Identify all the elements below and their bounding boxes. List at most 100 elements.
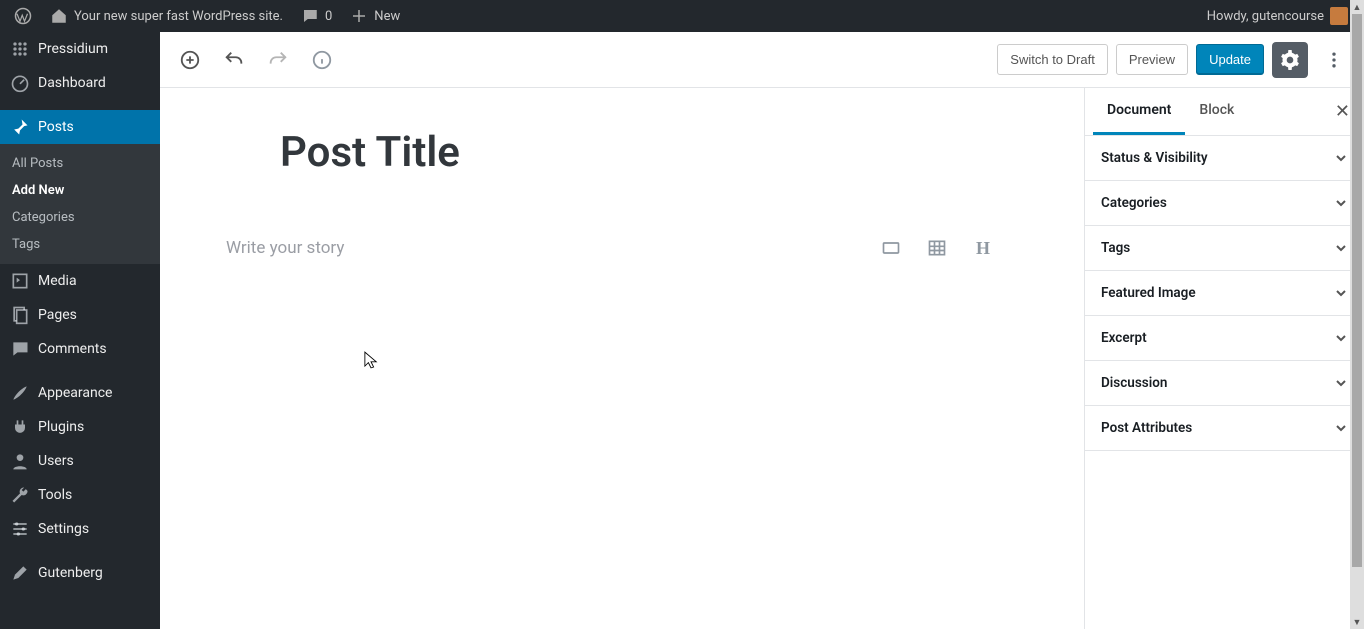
image-block-shortcut[interactable] <box>880 237 902 259</box>
switch-to-draft-button[interactable]: Switch to Draft <box>997 44 1108 75</box>
panel-title: Tags <box>1101 240 1130 256</box>
submenu-tags[interactable]: Tags <box>0 231 160 258</box>
comment-icon <box>301 7 319 25</box>
menu-comments[interactable]: Comments <box>0 332 160 366</box>
pin-icon <box>10 117 30 137</box>
redo-button[interactable] <box>260 42 296 78</box>
media-icon <box>10 271 30 291</box>
menu-label: Appearance <box>38 385 112 401</box>
panel-title: Excerpt <box>1101 330 1147 346</box>
tab-block[interactable]: Block <box>1185 88 1248 135</box>
pages-icon <box>10 305 30 325</box>
panel-discussion[interactable]: Discussion <box>1085 361 1364 406</box>
submenu-add-new[interactable]: Add New <box>0 177 160 204</box>
heading-block-shortcut[interactable]: H <box>972 237 994 259</box>
add-block-button[interactable] <box>172 42 208 78</box>
submenu-posts: All Posts Add New Categories Tags <box>0 144 160 264</box>
new-content-menu[interactable]: New <box>342 0 408 32</box>
menu-label: Comments <box>38 341 107 357</box>
howdy-label: Howdy, gutencourse <box>1207 9 1324 24</box>
mouse-cursor-icon <box>364 350 378 370</box>
panel-title: Discussion <box>1101 375 1167 391</box>
wp-logo-menu[interactable] <box>6 0 40 32</box>
pressidium-icon <box>10 39 30 59</box>
settings-sidebar: Document Block ✕ Status & Visibility Cat… <box>1084 88 1364 629</box>
menu-pressidium[interactable]: Pressidium <box>0 32 160 66</box>
block-placeholder[interactable]: Write your story <box>226 238 344 258</box>
plug-icon <box>10 417 30 437</box>
account-menu[interactable]: Howdy, gutencourse <box>1199 0 1356 32</box>
undo-button[interactable] <box>216 42 252 78</box>
site-name-menu[interactable]: Your new super fast WordPress site. <box>42 0 291 32</box>
menu-dashboard[interactable]: Dashboard <box>0 66 160 100</box>
wrench-icon <box>10 485 30 505</box>
more-options-button[interactable] <box>1316 42 1352 78</box>
comments-icon <box>10 339 30 359</box>
menu-plugins[interactable]: Plugins <box>0 410 160 444</box>
editor-toolbar: Switch to Draft Preview Update <box>160 32 1364 88</box>
comments-menu[interactable]: 0 <box>293 0 340 32</box>
settings-toggle-button[interactable] <box>1272 42 1308 78</box>
panel-tags[interactable]: Tags <box>1085 226 1364 271</box>
chevron-down-icon <box>1334 331 1348 345</box>
panel-title: Post Attributes <box>1101 420 1192 436</box>
menu-label: Media <box>38 273 77 289</box>
update-button[interactable]: Update <box>1196 44 1264 75</box>
menu-appearance[interactable]: Appearance <box>0 376 160 410</box>
menu-label: Gutenberg <box>38 565 103 581</box>
menu-gutenberg[interactable]: Gutenberg <box>0 556 160 590</box>
menu-posts[interactable]: Posts <box>0 110 160 144</box>
table-block-shortcut[interactable] <box>926 237 948 259</box>
panel-title: Status & Visibility <box>1101 150 1208 166</box>
menu-tools[interactable]: Tools <box>0 478 160 512</box>
panel-excerpt[interactable]: Excerpt <box>1085 316 1364 361</box>
menu-label: Posts <box>38 119 74 135</box>
chevron-down-icon <box>1334 376 1348 390</box>
menu-media[interactable]: Media <box>0 264 160 298</box>
preview-button[interactable]: Preview <box>1116 44 1188 75</box>
panel-title: Categories <box>1101 195 1167 211</box>
chevron-down-icon <box>1334 286 1348 300</box>
chevron-down-icon <box>1334 151 1348 165</box>
admin-bar: Your new super fast WordPress site. 0 Ne… <box>0 0 1364 32</box>
home-icon <box>50 7 68 25</box>
dashboard-icon <box>10 73 30 93</box>
comments-count: 0 <box>325 9 332 24</box>
submenu-all-posts[interactable]: All Posts <box>0 150 160 177</box>
menu-label: Pressidium <box>38 41 108 57</box>
content-info-button[interactable] <box>304 42 340 78</box>
panel-post-attributes[interactable]: Post Attributes <box>1085 406 1364 451</box>
panel-featured-image[interactable]: Featured Image <box>1085 271 1364 316</box>
avatar <box>1330 7 1348 25</box>
submenu-categories[interactable]: Categories <box>0 204 160 231</box>
user-icon <box>10 451 30 471</box>
page-scrollbar[interactable]: ▲ ▼ <box>1350 0 1364 629</box>
menu-label: Users <box>38 453 74 469</box>
menu-label: Tools <box>38 487 72 503</box>
site-name-label: Your new super fast WordPress site. <box>74 9 283 24</box>
chevron-down-icon <box>1334 196 1348 210</box>
tab-document[interactable]: Document <box>1093 88 1185 135</box>
chevron-down-icon <box>1334 241 1348 255</box>
wordpress-logo-icon <box>14 7 32 25</box>
admin-sidebar: Pressidium Dashboard Posts All Posts Add… <box>0 32 160 629</box>
menu-label: Dashboard <box>38 75 106 91</box>
plus-icon <box>350 7 368 25</box>
menu-pages[interactable]: Pages <box>0 298 160 332</box>
brush-icon <box>10 383 30 403</box>
panel-categories[interactable]: Categories <box>1085 181 1364 226</box>
new-label: New <box>374 9 400 24</box>
post-title-input[interactable]: Post Title <box>280 128 1024 177</box>
pencil-icon <box>10 563 30 583</box>
panel-status-visibility[interactable]: Status & Visibility <box>1085 136 1364 181</box>
menu-label: Plugins <box>38 419 84 435</box>
editor-canvas[interactable]: Post Title Write your story H <box>160 88 1084 629</box>
menu-settings[interactable]: Settings <box>0 512 160 546</box>
menu-users[interactable]: Users <box>0 444 160 478</box>
panel-title: Featured Image <box>1101 285 1196 301</box>
chevron-down-icon <box>1334 421 1348 435</box>
menu-label: Pages <box>38 307 77 323</box>
sliders-icon <box>10 519 30 539</box>
menu-label: Settings <box>38 521 89 537</box>
editor-main: Switch to Draft Preview Update Post Titl… <box>160 32 1364 629</box>
